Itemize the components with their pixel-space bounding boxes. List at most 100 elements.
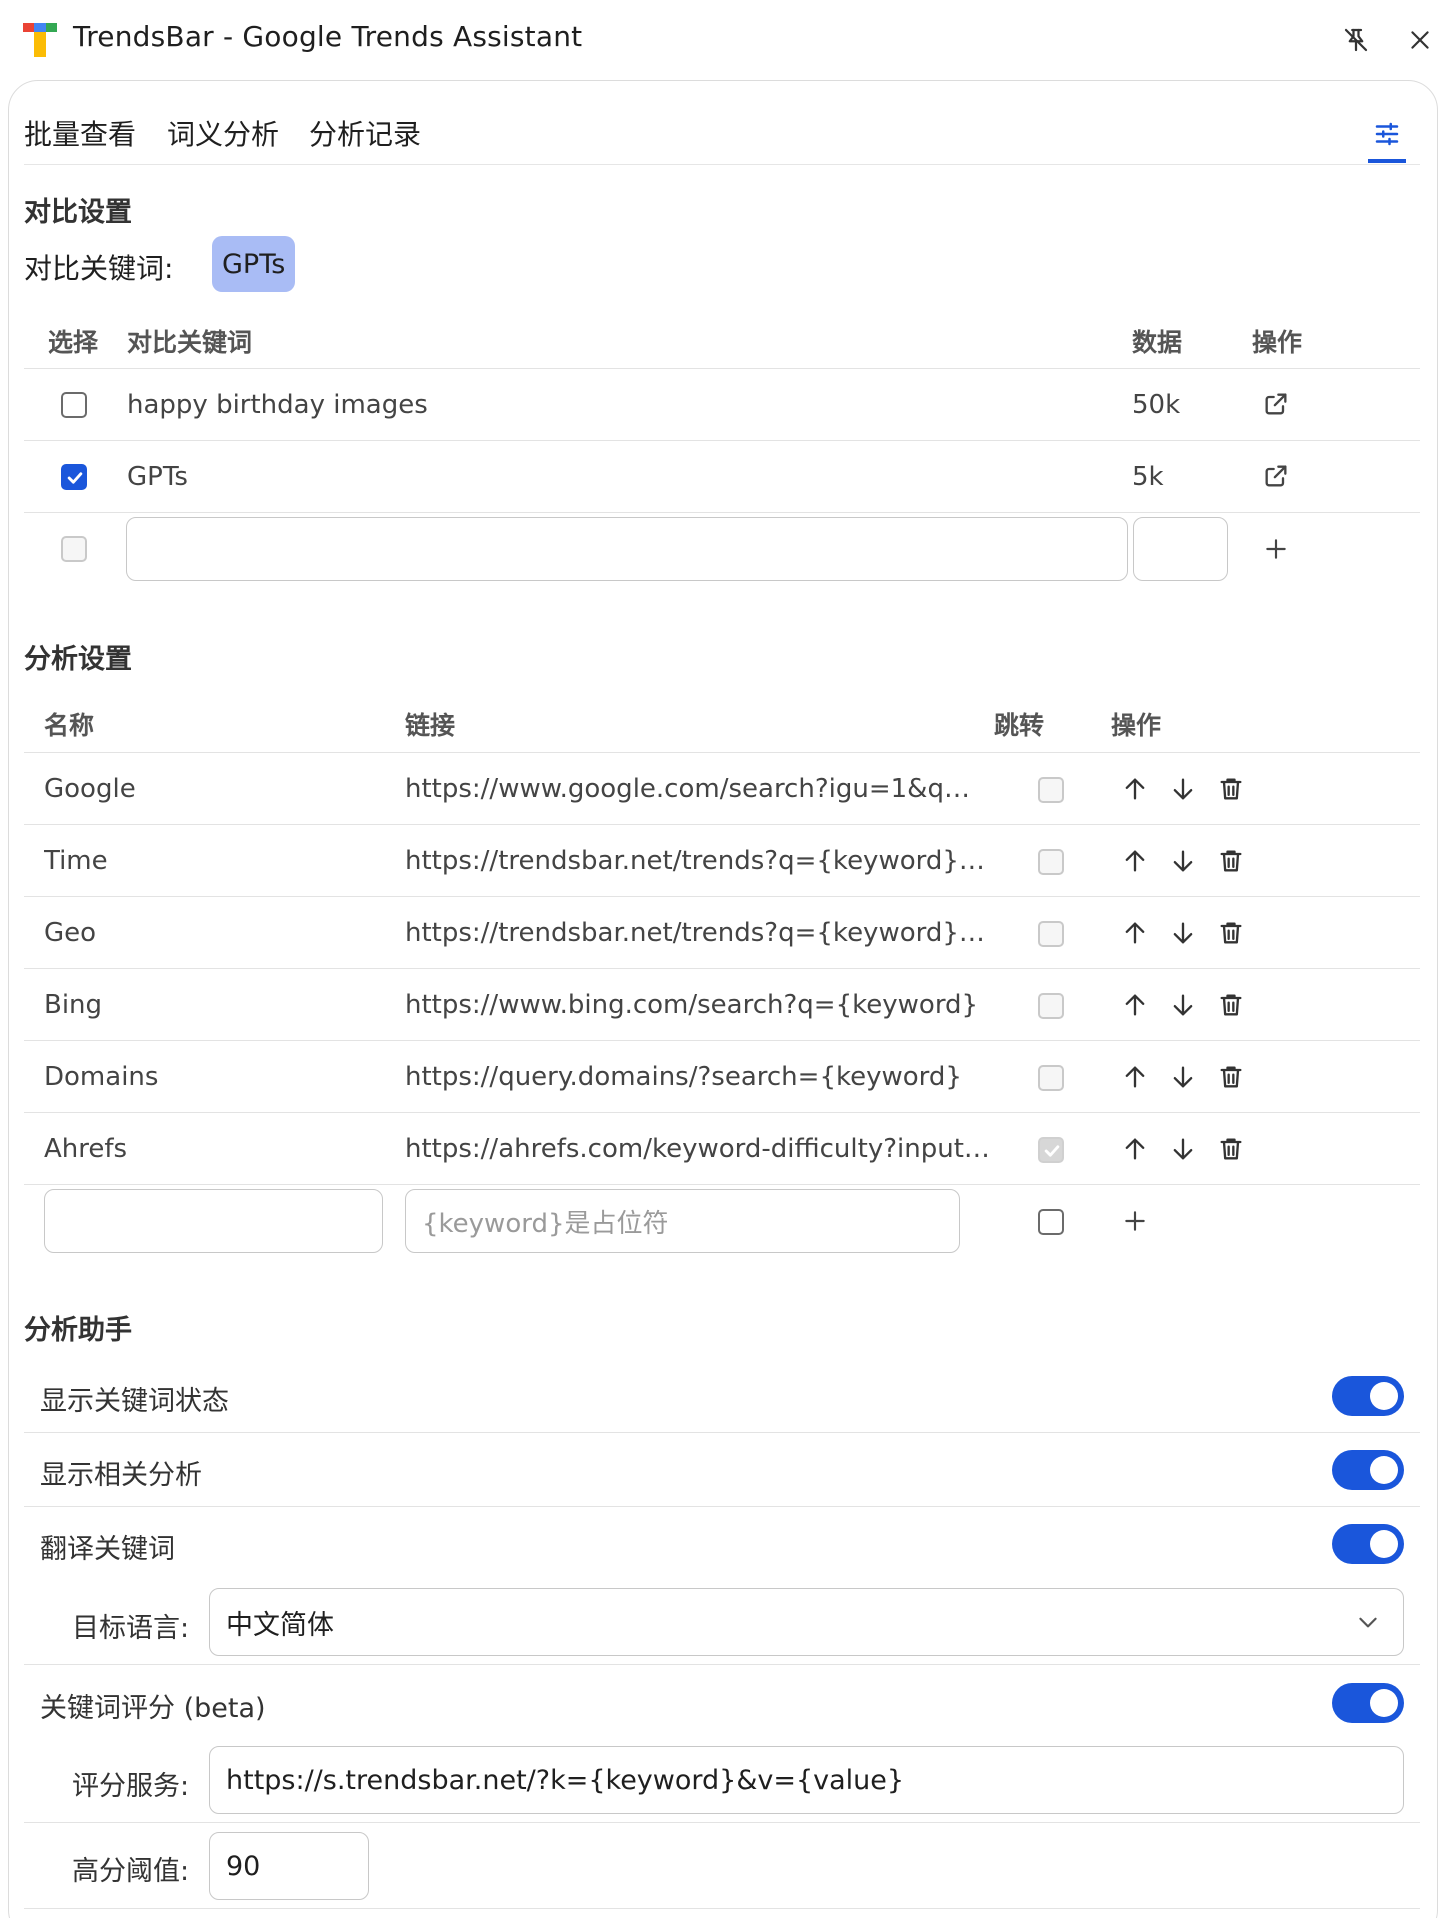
- keyword-score-toggle[interactable]: [1332, 1683, 1404, 1723]
- jump-checkbox[interactable]: [1038, 1065, 1064, 1091]
- close-icon[interactable]: [1402, 22, 1438, 58]
- tab-batch-view[interactable]: 批量查看: [24, 113, 136, 153]
- name-cell: Ahrefs: [44, 1134, 128, 1164]
- arrow-up-icon[interactable]: [1118, 988, 1152, 1022]
- show-related-analysis-toggle[interactable]: [1332, 1450, 1404, 1490]
- jump-checkbox[interactable]: [1038, 921, 1064, 947]
- arrow-up-icon[interactable]: [1118, 1132, 1152, 1166]
- arrow-up-icon[interactable]: [1118, 772, 1152, 806]
- new-keyword-input[interactable]: [126, 517, 1128, 581]
- col-header-jump: 跳转: [994, 711, 1045, 740]
- keyword-cell: happy birthday images: [127, 390, 428, 420]
- add-analysis-button[interactable]: [1118, 1204, 1152, 1238]
- link-cell: https://trendsbar.net/trends?q={keyword}…: [405, 846, 990, 876]
- option-label: 关键词评分 (beta): [40, 1693, 266, 1724]
- jump-checkbox[interactable]: [1038, 993, 1064, 1019]
- col-header-select: 选择: [48, 328, 99, 357]
- arrow-down-icon[interactable]: [1166, 1060, 1200, 1094]
- jump-checkbox[interactable]: [1038, 777, 1064, 803]
- sliders-icon: [1372, 119, 1402, 159]
- compare-section-title: 对比设置: [24, 197, 132, 228]
- new-name-input[interactable]: [44, 1189, 383, 1253]
- divider: [24, 968, 1420, 969]
- score-service-input[interactable]: https://s.trendsbar.net/?k={keyword}&v={…: [209, 1746, 1404, 1814]
- name-cell: Domains: [44, 1062, 159, 1092]
- divider: [24, 1506, 1420, 1507]
- jump-checkbox[interactable]: [1038, 849, 1064, 875]
- new-link-input[interactable]: {keyword}是占位符: [405, 1189, 960, 1253]
- arrow-down-icon[interactable]: [1166, 916, 1200, 950]
- trash-icon[interactable]: [1214, 772, 1248, 806]
- tab-semantic-analysis[interactable]: 词义分析: [167, 113, 279, 153]
- chevron-down-icon: [1355, 1609, 1381, 1642]
- tab-bar: 批量查看 词义分析 分析记录: [24, 103, 1420, 165]
- arrow-down-icon[interactable]: [1166, 1132, 1200, 1166]
- row-select-checkbox[interactable]: [61, 392, 87, 418]
- show-keyword-status-toggle[interactable]: [1332, 1376, 1404, 1416]
- row-select-checkbox: [61, 536, 87, 562]
- col-header-keyword: 对比关键词: [127, 328, 253, 357]
- link-cell: https://trendsbar.net/trends?q={keyword}…: [405, 918, 990, 948]
- divider: [24, 1432, 1420, 1433]
- arrow-down-icon[interactable]: [1166, 772, 1200, 806]
- arrow-up-icon[interactable]: [1118, 916, 1152, 950]
- col-header-action: 操作: [1111, 711, 1162, 740]
- data-cell: 50k: [1132, 390, 1181, 420]
- translate-keyword-toggle[interactable]: [1332, 1524, 1404, 1564]
- divider: [24, 440, 1420, 441]
- divider: [24, 1908, 1420, 1909]
- tab-settings[interactable]: [1368, 117, 1406, 163]
- trash-icon[interactable]: [1214, 1060, 1248, 1094]
- score-service-label: 评分服务:: [72, 1771, 190, 1802]
- data-cell: 5k: [1132, 462, 1164, 492]
- arrow-down-icon[interactable]: [1166, 844, 1200, 878]
- target-language-label: 目标语言:: [72, 1613, 190, 1644]
- arrow-down-icon[interactable]: [1166, 988, 1200, 1022]
- col-header-link: 链接: [405, 711, 456, 740]
- external-link-icon[interactable]: [1259, 387, 1293, 421]
- threshold-label: 高分阈值:: [72, 1856, 190, 1887]
- add-keyword-button[interactable]: [1259, 532, 1293, 566]
- target-language-value: 中文简体: [226, 1609, 334, 1641]
- divider: [24, 512, 1420, 513]
- trash-icon[interactable]: [1214, 988, 1248, 1022]
- divider: [24, 896, 1420, 897]
- jump-checkbox[interactable]: [1038, 1137, 1064, 1163]
- col-header-name: 名称: [44, 711, 95, 740]
- unpin-icon[interactable]: [1338, 22, 1374, 58]
- app-title: TrendsBar - Google Trends Assistant: [73, 20, 583, 53]
- trendsbar-logo-icon: [23, 23, 57, 57]
- option-label: 显示关键词状态: [40, 1386, 229, 1417]
- divider: [24, 1822, 1420, 1823]
- trash-icon[interactable]: [1214, 844, 1248, 878]
- assistant-section-title: 分析助手: [24, 1315, 132, 1346]
- divider: [24, 1184, 1420, 1185]
- target-language-select[interactable]: 中文简体: [209, 1588, 1404, 1656]
- tab-analysis-history[interactable]: 分析记录: [309, 113, 421, 153]
- link-cell: https://www.google.com/search?igu=1&q={k…: [405, 774, 990, 804]
- divider: [24, 368, 1420, 369]
- option-label: 显示相关分析: [40, 1460, 202, 1491]
- divider: [24, 1664, 1420, 1665]
- trash-icon[interactable]: [1214, 916, 1248, 950]
- active-keyword-chip[interactable]: GPTs: [212, 236, 296, 292]
- threshold-input[interactable]: 90: [209, 1832, 369, 1900]
- title-bar: TrendsBar - Google Trends Assistant: [0, 0, 1448, 80]
- link-cell: https://ahrefs.com/keyword-difficulty?in…: [405, 1134, 990, 1164]
- external-link-icon[interactable]: [1259, 459, 1293, 493]
- name-cell: Time: [44, 846, 108, 876]
- new-jump-checkbox[interactable]: [1038, 1209, 1064, 1235]
- col-header-action: 操作: [1252, 328, 1303, 357]
- name-cell: Google: [44, 774, 136, 804]
- trash-icon[interactable]: [1214, 1132, 1248, 1166]
- divider: [24, 1112, 1420, 1113]
- arrow-up-icon[interactable]: [1118, 1060, 1152, 1094]
- new-data-input[interactable]: [1133, 517, 1228, 581]
- option-label: 翻译关键词: [40, 1534, 175, 1565]
- arrow-up-icon[interactable]: [1118, 844, 1152, 878]
- divider: [24, 1040, 1420, 1041]
- analysis-section-title: 分析设置: [24, 644, 132, 675]
- keyword-cell: GPTs: [127, 462, 188, 492]
- row-select-checkbox[interactable]: [61, 464, 87, 490]
- divider: [24, 824, 1420, 825]
